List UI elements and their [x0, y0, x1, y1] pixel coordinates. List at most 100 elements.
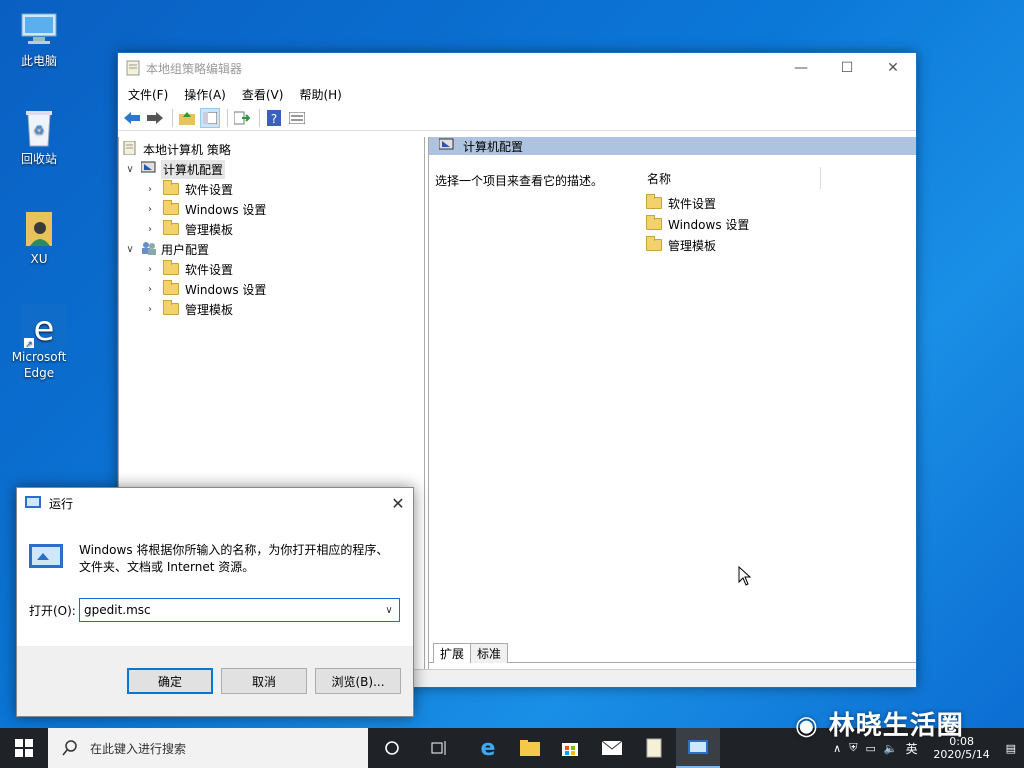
network-icon[interactable]: ▭	[865, 742, 875, 755]
list-item[interactable]: 管理模板	[646, 235, 716, 255]
chevron-right-icon[interactable]: ›	[143, 224, 157, 235]
list-item[interactable]: Windows 设置	[646, 214, 749, 234]
window-titlebar: 本地组策略编辑器 — ☐ ✕	[118, 53, 916, 83]
clock-date: 2020/5/14	[933, 748, 990, 761]
run-large-icon	[29, 544, 63, 571]
desktop-icon-user-folder[interactable]: XU	[6, 206, 72, 267]
chevron-down-icon[interactable]: ∨	[123, 164, 137, 175]
mail-icon[interactable]	[592, 728, 632, 768]
menu-file[interactable]: 文件(F)	[122, 86, 174, 103]
policy-document-icon	[126, 60, 140, 76]
tree-item-user-windows[interactable]: › Windows 设置	[143, 279, 266, 299]
menu-view[interactable]: 查看(V)	[236, 86, 290, 103]
tree-item-computer-config[interactable]: ∨ 计算机配置	[123, 159, 226, 179]
list-item-label: 管理模板	[668, 238, 717, 253]
tree-item-user-config[interactable]: ∨ 用户配置	[123, 239, 209, 259]
tree-item-label: 管理模板	[185, 222, 234, 237]
computer-icon	[140, 161, 157, 178]
tree-item-computer-software[interactable]: › 软件设置	[143, 179, 233, 199]
store-icon[interactable]	[550, 728, 590, 768]
tree-root-label: 本地计算机 策略	[143, 142, 231, 157]
folder-icon	[646, 194, 662, 209]
chevron-down-icon[interactable]: ∨	[379, 605, 399, 616]
list-item[interactable]: 软件设置	[646, 193, 716, 213]
show-hide-tree-icon[interactable]	[200, 107, 220, 128]
chevron-right-icon[interactable]: ›	[143, 204, 157, 215]
chevron-right-icon[interactable]: ›	[143, 304, 157, 315]
desktop-icon-this-pc[interactable]: 此电脑	[6, 8, 72, 69]
security-icon[interactable]: ⛨	[849, 741, 857, 755]
list-item-label: 软件设置	[668, 196, 717, 211]
tab-standard[interactable]: 标准	[470, 643, 509, 663]
run-button-bar: 确定 取消 浏览(B)...	[17, 646, 413, 716]
back-arrow-icon[interactable]	[122, 108, 142, 128]
volume-icon[interactable]: 🔈	[884, 742, 898, 755]
chevron-right-icon[interactable]: ›	[143, 184, 157, 195]
close-icon[interactable]: ✕	[383, 494, 413, 513]
ok-button[interactable]: 确定	[127, 668, 213, 694]
forward-arrow-icon[interactable]	[145, 108, 165, 128]
run-icon	[25, 495, 41, 512]
start-button[interactable]	[0, 728, 48, 768]
menu-action[interactable]: 操作(A)	[178, 86, 232, 103]
tree-item-computer-admin[interactable]: › 管理模板	[143, 219, 233, 239]
notification-icon[interactable]: ▤	[1006, 742, 1016, 755]
tree-item-label: 管理模板	[185, 302, 234, 317]
desktop-icon-recycle-bin[interactable]: ♻ 回收站	[6, 106, 72, 167]
search-icon	[62, 740, 77, 756]
help-icon[interactable]: ?	[264, 108, 284, 128]
search-placeholder: 在此键入进行搜索	[90, 741, 187, 756]
browse-button[interactable]: 浏览(B)...	[315, 668, 401, 694]
policy-document-icon	[123, 140, 137, 158]
column-header-name[interactable]: 名称	[641, 167, 821, 189]
watermark-text: 林晓生活圈	[828, 711, 964, 741]
details-header-title: 计算机配置	[463, 139, 524, 154]
file-explorer-icon[interactable]	[510, 728, 550, 768]
folder-icon	[163, 260, 179, 275]
toolbar-divider	[172, 108, 173, 127]
desktop-icon-label: 回收站	[20, 152, 57, 166]
tab-extended[interactable]: 扩展	[433, 643, 472, 663]
folder-icon	[163, 300, 179, 315]
tree-root[interactable]: 本地计算机 策略	[123, 139, 231, 159]
export-list-icon[interactable]	[232, 108, 252, 128]
chevron-right-icon[interactable]: ›	[143, 264, 157, 275]
ime-indicator[interactable]: 英	[906, 740, 918, 757]
folder-icon	[646, 236, 662, 251]
folder-icon	[163, 180, 179, 195]
maximize-button[interactable]: ☐	[824, 53, 870, 83]
taskbar-search-box[interactable]: 在此键入进行搜索	[48, 728, 368, 768]
menu-help[interactable]: 帮助(H)	[293, 86, 347, 103]
tree-item-user-software[interactable]: › 软件设置	[143, 259, 233, 279]
task-view-icon[interactable]	[420, 728, 460, 768]
chevron-up-icon[interactable]: ∧	[833, 742, 841, 755]
run-input-value[interactable]: gpedit.msc	[84, 603, 379, 617]
run-command-input[interactable]: gpedit.msc ∨	[79, 598, 400, 622]
desktop-icon-label: Microsoft Edge	[11, 350, 67, 380]
edge-icon: e ↗	[18, 304, 67, 350]
description-text: 选择一个项目来查看它的描述。	[435, 174, 604, 188]
chevron-right-icon[interactable]: ›	[143, 284, 157, 295]
properties-icon[interactable]	[287, 108, 307, 128]
tree-item-user-admin[interactable]: › 管理模板	[143, 299, 233, 319]
monitor-icon	[18, 8, 60, 50]
minimize-button[interactable]: —	[778, 53, 824, 83]
cortana-icon[interactable]	[372, 728, 412, 768]
close-button[interactable]: ✕	[870, 53, 916, 83]
edge-taskbar-icon[interactable]: e	[468, 728, 508, 768]
notepad-icon[interactable]	[634, 728, 674, 768]
tree-item-computer-windows[interactable]: › Windows 设置	[143, 199, 266, 219]
svg-text:?: ?	[271, 112, 277, 126]
tree-item-label: 软件设置	[185, 262, 234, 277]
watermark: ◉ 林晓生活圈	[795, 705, 964, 742]
run-taskbar-icon[interactable]	[676, 728, 720, 768]
up-folder-icon[interactable]	[177, 108, 197, 128]
run-titlebar: 运行 ✕	[17, 488, 413, 518]
svg-text:♻: ♻	[34, 123, 45, 137]
cancel-button[interactable]: 取消	[221, 668, 307, 694]
tree-item-label: 软件设置	[185, 182, 234, 197]
folder-icon	[646, 215, 662, 230]
chevron-down-icon[interactable]: ∨	[123, 244, 137, 255]
desktop-icon-label: 此电脑	[20, 54, 57, 68]
desktop-icon-edge[interactable]: e ↗ Microsoft Edge	[6, 304, 72, 381]
